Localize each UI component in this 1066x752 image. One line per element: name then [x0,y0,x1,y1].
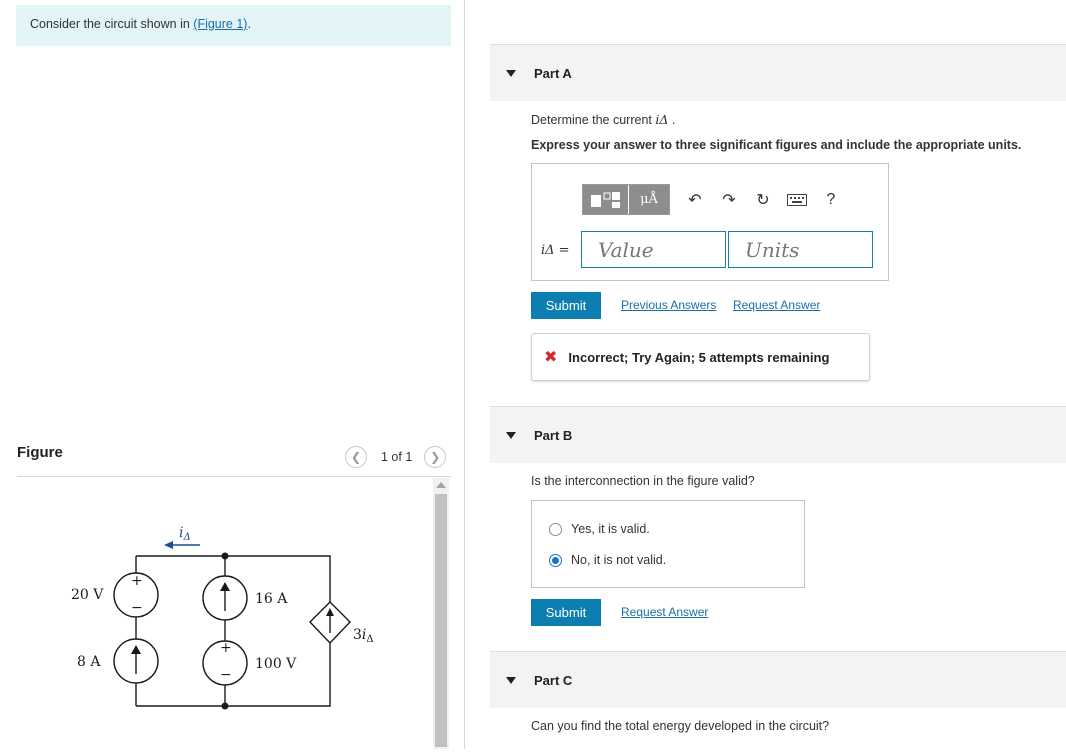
reset-icon[interactable]: ↻ [746,185,780,214]
feedback-message: ✖ Incorrect; Try Again; 5 attempts remai… [531,333,870,381]
label-100v: 100 V [255,656,297,672]
choice-box: Yes, it is valid. No, it is not valid. [531,500,805,588]
keyboard-icon[interactable] [780,185,814,214]
redo-icon[interactable]: ↷ [712,185,746,214]
intro-box: Consider the circuit shown in (Figure 1)… [16,5,451,46]
part-a-question: Determine the current iΔ . [531,112,676,127]
part-b-submit-button[interactable]: Submit [531,599,601,626]
figure-scrollbar[interactable] [433,478,449,749]
part-b-request-answer-link[interactable]: Request Answer [621,605,708,619]
part-a-submit-button[interactable]: Submit [531,292,601,319]
part-a-label: Part A [534,65,572,81]
part-b-label: Part B [534,427,573,443]
circuit-diagram: + − + − 20 V 8 A 16 A 100 V iΔ 3iΔ [71,525,374,710]
caret-down-icon[interactable] [506,431,516,439]
label-current-i-delta: iΔ [179,525,191,543]
help-icon[interactable]: ? [814,185,848,214]
part-c-question: Can you find the total energy developed … [531,719,830,733]
pager-text: 1 of 1 [381,450,413,464]
templates-icon[interactable] [583,185,629,214]
plus-sign-100v: + [220,640,232,656]
parts-pane: Part A Determine the current iΔ . Expres… [490,0,1066,749]
intro-text: Consider the circuit shown in [30,17,194,31]
units-icon[interactable]: μÅ [629,185,669,214]
part-a-request-answer-link[interactable]: Request Answer [733,298,820,312]
circuit-figure: + − + − 20 V 8 A 16 A 100 V iΔ 3iΔ [17,477,433,749]
label-dependent-source: 3iΔ [353,627,374,645]
answer-box: μÅ ↶ ↷ ↻ ? iΔ = Value Units [531,163,889,281]
scrollbar-thumb[interactable] [435,494,447,747]
chevron-right-icon[interactable]: ❯ [424,446,447,468]
part-c-label: Part C [534,672,573,688]
part-a-instruction: Express your answer to three significant… [531,138,1022,152]
minus-sign-20v: − [131,600,143,616]
units-input[interactable]: Units [728,231,873,268]
caret-down-icon[interactable] [506,69,516,77]
problem-pane: Consider the circuit shown in (Figure 1)… [0,0,464,749]
chevron-left-icon[interactable]: ❮ [345,446,367,468]
label-8a: 8 A [77,654,101,670]
figure-link[interactable]: (Figure 1) [193,17,247,31]
scroll-up-icon[interactable] [436,482,446,488]
x-icon: ✖ [544,349,558,366]
plus-sign-20v: + [131,573,143,589]
part-c-header[interactable]: Part C [490,651,1066,708]
part-b-header[interactable]: Part B [490,406,1066,463]
radio-yes[interactable] [549,523,562,536]
figure-pager: ❮ 1 of 1 ❯ [345,446,447,468]
undo-icon[interactable]: ↶ [678,185,712,214]
choice-label-yes[interactable]: Yes, it is valid. [571,522,650,536]
value-input[interactable]: Value [581,231,726,268]
figure-title: Figure [17,444,63,461]
choice-label-no[interactable]: No, it is not valid. [571,553,666,567]
math-toolbar: μÅ ↶ ↷ ↻ ? [582,184,848,215]
answer-variable-label: iΔ = [541,243,570,258]
label-16a: 16 A [255,591,288,607]
pane-divider [464,0,465,749]
minus-sign-100v: − [220,667,232,683]
caret-down-icon[interactable] [506,676,516,684]
previous-answers-link[interactable]: Previous Answers [621,298,716,312]
feedback-text: Incorrect; Try Again; 5 attempts remaini… [568,349,830,365]
part-a-header[interactable]: Part A [490,44,1066,101]
part-b-question: Is the interconnection in the figure val… [531,474,755,488]
radio-no[interactable] [549,554,562,567]
intro-text-end: . [247,17,251,31]
label-20v: 20 V [71,587,104,603]
